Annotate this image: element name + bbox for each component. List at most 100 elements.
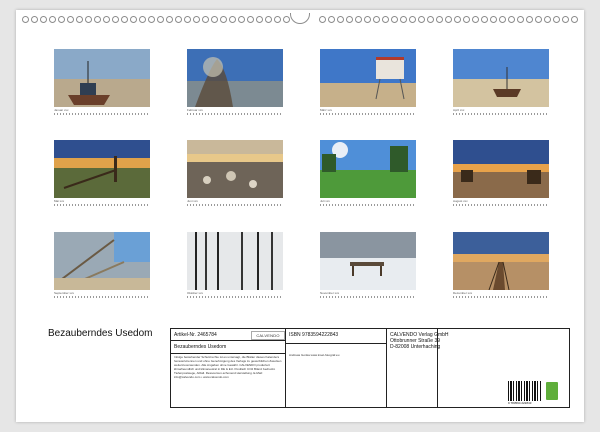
calendar-cover-page: Januar xxx Februar xxx März xxx April xxx Ma… — [16, 10, 584, 422]
spiral-ring — [265, 16, 272, 23]
calendar-title: Bezauberndes Usedom — [48, 328, 153, 339]
spiral-ring — [553, 16, 560, 23]
spiral-ring — [121, 16, 128, 23]
spiral-ring — [283, 16, 290, 23]
month-caption: Mai xxx — [54, 199, 65, 203]
month-day-strip — [320, 204, 416, 206]
month-photo — [453, 140, 549, 198]
month-photo — [187, 232, 283, 290]
publisher-line-3: D-82008 Unterhaching — [390, 344, 441, 350]
spiral-ring — [517, 16, 524, 23]
month-day-strip — [187, 113, 283, 115]
month-caption: Juli xxx — [320, 199, 330, 203]
legal-blurb: Infolge bestehender Schutzrechte ist es … — [174, 355, 282, 379]
spiral-ring — [364, 16, 371, 23]
spiral-ring — [544, 16, 551, 23]
author-credit: Andreas Gonka www.insel-fotograf.eu — [289, 353, 340, 357]
spiral-ring — [94, 16, 101, 23]
spiral-ring — [103, 16, 110, 23]
spiral-ring — [328, 16, 335, 23]
spiral-ring — [49, 16, 56, 23]
spiral-ring — [247, 16, 254, 23]
month-photo — [453, 49, 549, 107]
spiral-ring — [229, 16, 236, 23]
month-caption: Juni xxx — [187, 199, 198, 203]
spiral-ring — [256, 16, 263, 23]
spiral-ring — [211, 16, 218, 23]
month-photo — [54, 49, 150, 107]
spiral-ring — [346, 16, 353, 23]
spiral-ring — [274, 16, 281, 23]
spiral-ring — [463, 16, 470, 23]
spiral-ring — [391, 16, 398, 23]
month-photo — [453, 232, 549, 290]
spiral-ring — [526, 16, 533, 23]
month-photo — [54, 232, 150, 290]
month-day-strip — [453, 296, 549, 298]
month-caption: Oktober xxx — [187, 291, 204, 295]
month-day-strip — [453, 204, 549, 206]
month-caption: September xxx — [54, 291, 75, 295]
spiral-ring — [337, 16, 344, 23]
spiral-ring — [58, 16, 65, 23]
month-caption: April xxx — [453, 108, 465, 112]
month-caption: Dezember xxx — [453, 291, 473, 295]
spiral-ring — [454, 16, 461, 23]
spiral-ring — [22, 16, 29, 23]
spiral-ring — [31, 16, 38, 23]
spiral-ring — [193, 16, 200, 23]
month-day-strip — [187, 296, 283, 298]
spiral-ring — [400, 16, 407, 23]
spiral-ring — [508, 16, 515, 23]
spiral-ring — [562, 16, 569, 23]
spiral-ring — [355, 16, 362, 23]
spiral-ring — [67, 16, 74, 23]
month-photo — [320, 140, 416, 198]
spiral-ring — [85, 16, 92, 23]
spiral-ring — [40, 16, 47, 23]
month-day-strip — [54, 113, 150, 115]
month-photo — [187, 140, 283, 198]
spiral-ring — [319, 16, 326, 23]
spiral-ring — [130, 16, 137, 23]
month-caption: Februar xxx — [187, 108, 203, 112]
spiral-ring — [76, 16, 83, 23]
info-column-barcode: 9 783594 222843 — [438, 329, 569, 407]
spiral-ring — [175, 16, 182, 23]
barcode-number: 9 783594 222843 — [508, 401, 532, 405]
month-day-strip — [453, 113, 549, 115]
spiral-ring — [157, 16, 164, 23]
spiral-ring — [112, 16, 119, 23]
spiral-ring — [238, 16, 245, 23]
product-title: Bezauberndes Usedom — [174, 344, 227, 350]
spiral-ring — [373, 16, 380, 23]
spiral-ring — [148, 16, 155, 23]
month-day-strip — [54, 296, 150, 298]
month-day-strip — [187, 204, 283, 206]
info-column-article: Artikel-Nr. 2465784 CALVENDO Bezaubernde… — [171, 329, 286, 407]
info-column-publisher: CALVENDO Verlag GmbH Ottobrunner Straße … — [387, 329, 449, 407]
spiral-ring — [445, 16, 452, 23]
spiral-ring — [220, 16, 227, 23]
spiral-ring — [481, 16, 488, 23]
month-photo — [187, 49, 283, 107]
product-info-box: Artikel-Nr. 2465784 CALVENDO Bezaubernde… — [170, 328, 570, 408]
calendar-hanger — [290, 13, 310, 24]
spiral-ring — [535, 16, 542, 23]
spiral-ring — [490, 16, 497, 23]
spiral-ring — [184, 16, 191, 23]
spiral-ring — [472, 16, 479, 23]
month-day-strip — [320, 296, 416, 298]
calvendo-logo: CALVENDO — [251, 331, 285, 340]
spiral-ring — [166, 16, 173, 23]
spiral-ring — [418, 16, 425, 23]
month-caption: März xxx — [320, 108, 332, 112]
spiral-binding — [16, 13, 584, 26]
month-caption: Januar xxx — [54, 108, 69, 112]
month-photo — [320, 49, 416, 107]
spiral-ring — [202, 16, 209, 23]
barcode — [508, 381, 542, 401]
month-photo — [54, 140, 150, 198]
spiral-ring — [436, 16, 443, 23]
article-number: Artikel-Nr. 2465784 — [174, 332, 217, 338]
